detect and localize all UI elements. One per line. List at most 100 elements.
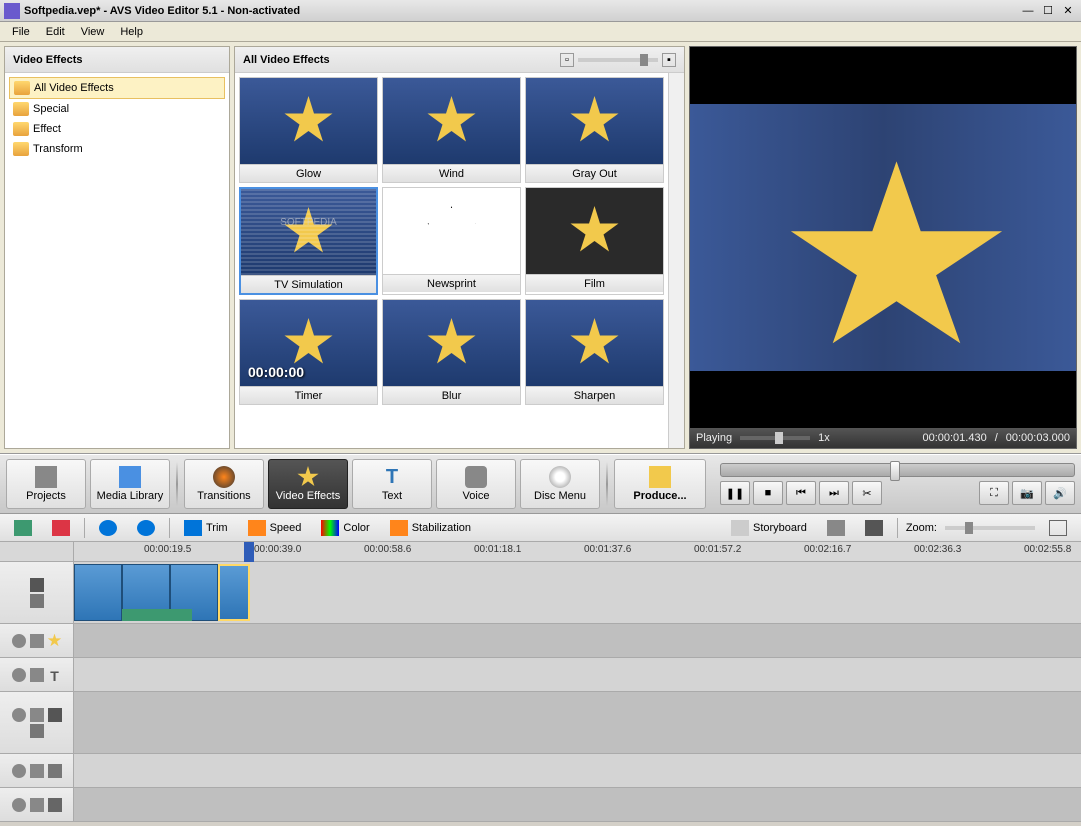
star-icon: [427, 206, 477, 256]
text-button[interactable]: TText: [352, 459, 432, 509]
effect-tv-simulation[interactable]: SOFTPEDIATV Simulation: [239, 187, 378, 295]
maximize-button[interactable]: ☐: [1039, 3, 1057, 19]
stop-button[interactable]: ■: [753, 481, 783, 505]
preview-panel: Playing 1x 00:00:01.430 / 00:00:03.000: [689, 46, 1077, 449]
star-icon: [570, 318, 620, 368]
delete-button[interactable]: [46, 517, 76, 539]
lock-icon[interactable]: [30, 668, 44, 682]
playback-position: 00:00:01.430: [922, 432, 986, 444]
thumb-size-slider[interactable]: [578, 58, 658, 62]
projects-button[interactable]: Projects: [6, 459, 86, 509]
effects-panel: All Video Effects ▫ ▪ GlowWindGray OutSO…: [234, 46, 685, 449]
speed-button[interactable]: Speed: [242, 517, 308, 539]
thumb-small-button[interactable]: ▫: [560, 53, 574, 67]
audio-track-1-icon: [48, 764, 62, 778]
audio-clip[interactable]: [122, 609, 192, 621]
prev-frame-button[interactable]: ⏮: [786, 481, 816, 505]
speed-slider[interactable]: [740, 436, 810, 440]
text-track-icon: T: [48, 668, 62, 682]
zoom-label: Zoom:: [906, 522, 937, 534]
effect-gray-out[interactable]: Gray Out: [525, 77, 664, 183]
ruler-mark: 00:00:19.5: [144, 544, 191, 555]
fit-timeline-button[interactable]: [1043, 517, 1073, 539]
effect-newsprint[interactable]: Newsprint: [382, 187, 521, 295]
trim-icon: [184, 520, 202, 536]
effect-sharpen[interactable]: Sharpen: [525, 299, 664, 405]
volume-button[interactable]: 🔊: [1045, 481, 1075, 505]
close-button[interactable]: ✕: [1059, 3, 1077, 19]
display-icon: [865, 520, 883, 536]
visibility-icon[interactable]: [12, 764, 26, 778]
fullscreen-button[interactable]: ⛶: [979, 481, 1009, 505]
text-track[interactable]: T: [0, 658, 1081, 692]
video-track[interactable]: [0, 562, 1081, 624]
visibility-icon[interactable]: [12, 708, 26, 722]
audio-track-1[interactable]: [0, 754, 1081, 788]
menu-file[interactable]: File: [4, 24, 38, 40]
playhead[interactable]: [244, 542, 254, 562]
menu-view[interactable]: View: [73, 24, 113, 40]
pause-button[interactable]: ❚❚: [720, 481, 750, 505]
effects-scrollbar[interactable]: [668, 73, 684, 448]
clip-4-selected[interactable]: [218, 564, 250, 621]
aspect-button[interactable]: [821, 517, 851, 539]
snapshot-button[interactable]: 📷: [1012, 481, 1042, 505]
stabilization-icon: [390, 520, 408, 536]
star-icon: [570, 206, 620, 256]
video-effects-button[interactable]: Video Effects: [268, 459, 348, 509]
star-icon: [284, 318, 334, 368]
voice-icon: [465, 466, 487, 488]
effect-film[interactable]: Film: [525, 187, 664, 295]
playback-status: Playing: [696, 432, 732, 444]
effect-track[interactable]: [0, 624, 1081, 658]
clip-1[interactable]: [74, 564, 122, 621]
overlay-track[interactable]: [0, 692, 1081, 754]
minimize-button[interactable]: —: [1019, 3, 1037, 19]
timeline-tracks: T: [0, 562, 1081, 822]
next-frame-button[interactable]: ⏭: [819, 481, 849, 505]
add-button[interactable]: [8, 517, 38, 539]
effect-wind[interactable]: Wind: [382, 77, 521, 183]
lock-icon[interactable]: [30, 634, 44, 648]
menu-edit[interactable]: Edit: [38, 24, 73, 40]
lock-icon[interactable]: [30, 798, 44, 812]
category-all-video-effects[interactable]: All Video Effects: [9, 77, 225, 99]
audio-track-2[interactable]: [0, 788, 1081, 822]
effect-glow[interactable]: Glow: [239, 77, 378, 183]
category-effect[interactable]: Effect: [9, 119, 225, 139]
color-button[interactable]: Color: [315, 517, 375, 539]
visibility-icon[interactable]: [12, 634, 26, 648]
category-transform[interactable]: Transform: [9, 139, 225, 159]
menu-help[interactable]: Help: [112, 24, 151, 40]
time-separator: /: [995, 432, 998, 444]
effect-blur[interactable]: Blur: [382, 299, 521, 405]
produce-button[interactable]: Produce...: [614, 459, 706, 509]
seek-bar[interactable]: [720, 463, 1075, 477]
visibility-icon[interactable]: [12, 668, 26, 682]
media-library-button[interactable]: Media Library: [90, 459, 170, 509]
effect-timer[interactable]: 00:00:00Timer: [239, 299, 378, 405]
effect-label: Timer: [240, 386, 377, 404]
storyboard-button[interactable]: Storyboard: [725, 517, 813, 539]
visibility-icon[interactable]: [12, 798, 26, 812]
stabilization-button[interactable]: Stabilization: [384, 517, 477, 539]
timeline-zoom-slider[interactable]: [945, 526, 1035, 530]
lock-icon[interactable]: [30, 708, 44, 722]
watermark: SOFTPEDIA: [280, 217, 337, 228]
redo-icon: [137, 520, 155, 536]
lock-icon[interactable]: [30, 764, 44, 778]
display-button[interactable]: [859, 517, 889, 539]
category-special[interactable]: Special: [9, 99, 225, 119]
playback-speed: 1x: [818, 432, 830, 444]
transitions-button[interactable]: Transitions: [184, 459, 264, 509]
thumb-large-button[interactable]: ▪: [662, 53, 676, 67]
produce-icon: [649, 466, 671, 488]
undo-button[interactable]: [93, 517, 123, 539]
voice-button[interactable]: Voice: [436, 459, 516, 509]
disc-menu-button[interactable]: Disc Menu: [520, 459, 600, 509]
timeline-ruler[interactable]: 00:00:19.500:00:39.000:00:58.600:01:18.1…: [0, 542, 1081, 562]
star-icon: [284, 207, 334, 257]
trim-button[interactable]: Trim: [178, 517, 234, 539]
redo-button[interactable]: [131, 517, 161, 539]
split-button[interactable]: ✂: [852, 481, 882, 505]
